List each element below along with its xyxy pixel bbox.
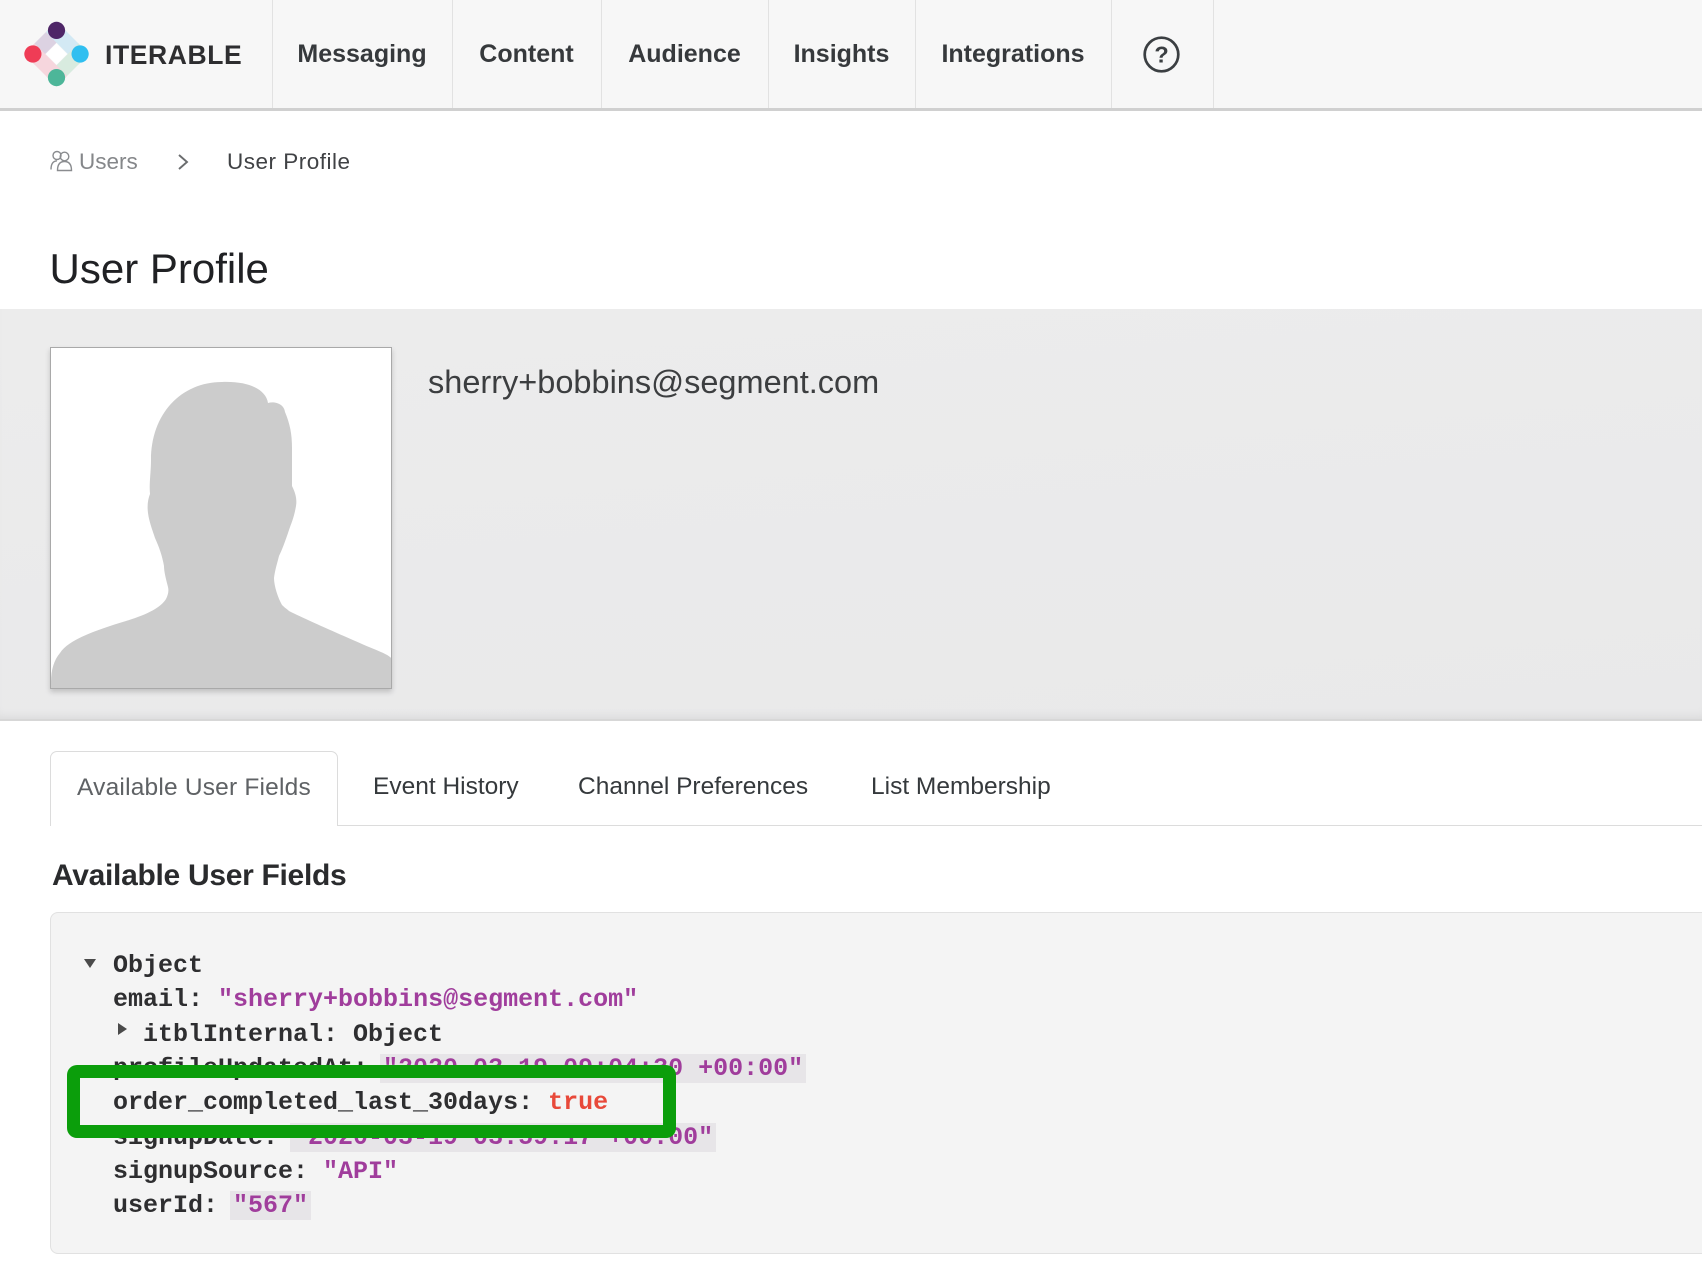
svg-text:?: ? [1154, 42, 1168, 68]
